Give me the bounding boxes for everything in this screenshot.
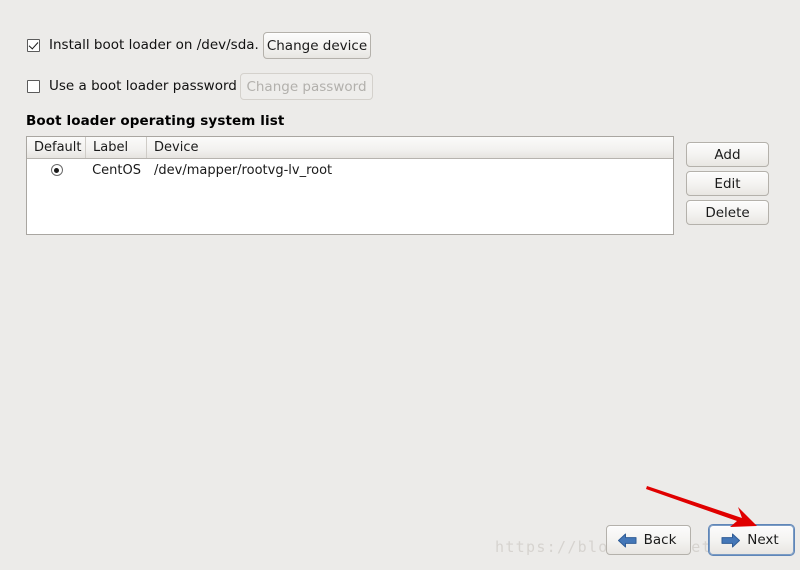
row-device-cell: /dev/mapper/rootvg-lv_root xyxy=(154,162,333,178)
table-row[interactable]: CentOS /dev/mapper/rootvg-lv_root xyxy=(27,159,673,181)
edit-button[interactable]: Edit xyxy=(686,171,769,196)
column-header-device[interactable]: Device xyxy=(147,137,673,158)
arrow-left-icon xyxy=(617,533,637,547)
os-list-table: Default Label Device CentOS /dev/mapper/… xyxy=(26,136,674,235)
change-device-button[interactable]: Change device xyxy=(263,32,371,59)
back-button-label: Back xyxy=(643,532,677,548)
row-label-cell: CentOS xyxy=(92,162,141,178)
os-list-table-header: Default Label Device xyxy=(27,137,673,159)
arrow-right-icon xyxy=(721,533,741,547)
os-list-actions: Add Edit Delete xyxy=(686,142,769,229)
install-boot-loader-row: Install boot loader on /dev/sda. xyxy=(27,32,259,58)
change-password-button: Change password xyxy=(240,73,373,100)
change-password-button-label: Change password xyxy=(246,78,367,95)
column-header-default[interactable]: Default xyxy=(27,137,86,158)
os-list-heading: Boot loader operating system list xyxy=(26,113,285,129)
add-button-label: Add xyxy=(714,146,741,163)
row-default-radio-cell xyxy=(27,164,86,176)
use-boot-loader-password-checkbox[interactable] xyxy=(27,79,40,93)
delete-button[interactable]: Delete xyxy=(686,200,769,225)
use-boot-loader-password-label: Use a boot loader password xyxy=(49,78,237,94)
install-boot-loader-checkbox[interactable] xyxy=(27,38,40,52)
next-button[interactable]: Next xyxy=(709,525,794,555)
use-boot-loader-password-row: Use a boot loader password xyxy=(27,73,237,99)
change-device-button-label: Change device xyxy=(266,37,368,54)
default-os-radio[interactable] xyxy=(50,164,63,176)
edit-button-label: Edit xyxy=(714,175,741,192)
add-button[interactable]: Add xyxy=(686,142,769,167)
next-button-label: Next xyxy=(747,532,779,548)
back-button[interactable]: Back xyxy=(606,525,691,555)
column-header-label[interactable]: Label xyxy=(86,137,147,158)
install-boot-loader-label: Install boot loader on /dev/sda. xyxy=(49,37,259,53)
delete-button-label: Delete xyxy=(705,204,750,221)
